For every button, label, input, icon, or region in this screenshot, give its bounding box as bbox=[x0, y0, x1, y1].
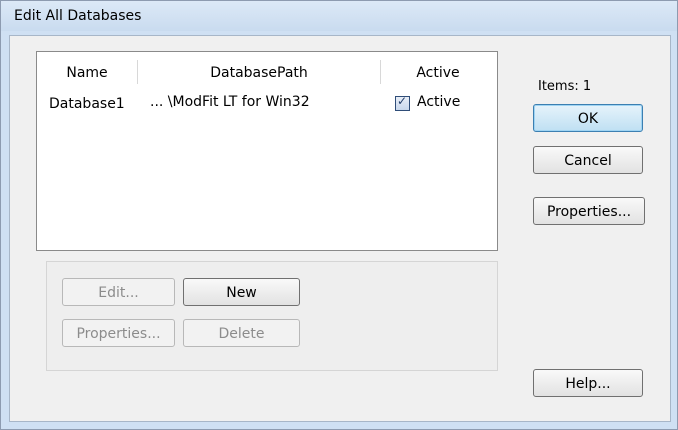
edit-all-databases-dialog: Edit All Databases Name DatabasePath Act… bbox=[0, 0, 678, 430]
delete-button[interactable]: Delete bbox=[183, 319, 300, 347]
column-header-active[interactable]: Active bbox=[381, 62, 495, 84]
column-header-databasepath[interactable]: DatabasePath bbox=[138, 62, 380, 84]
database-list[interactable]: Name DatabasePath Active Database1 ... \… bbox=[36, 51, 498, 251]
title-bar[interactable]: Edit All Databases bbox=[1, 1, 677, 31]
items-count: Items: 1 bbox=[538, 79, 592, 94]
new-button[interactable]: New bbox=[183, 278, 300, 306]
window-title: Edit All Databases bbox=[14, 8, 142, 24]
cancel-button[interactable]: Cancel bbox=[533, 146, 643, 174]
row-path-cell[interactable]: ... \ModFit LT for Win32 bbox=[150, 94, 310, 110]
ok-button[interactable]: OK bbox=[533, 104, 643, 132]
row-name-cell[interactable]: Database1 bbox=[49, 96, 125, 112]
properties-left-button[interactable]: Properties... bbox=[62, 319, 175, 347]
active-checkbox-label: Active bbox=[417, 94, 461, 110]
properties-right-button[interactable]: Properties... bbox=[533, 197, 645, 225]
column-header-name[interactable]: Name bbox=[37, 62, 137, 84]
help-button[interactable]: Help... bbox=[533, 369, 643, 397]
edit-button[interactable]: Edit... bbox=[62, 278, 175, 306]
active-checkbox[interactable] bbox=[395, 94, 410, 111]
